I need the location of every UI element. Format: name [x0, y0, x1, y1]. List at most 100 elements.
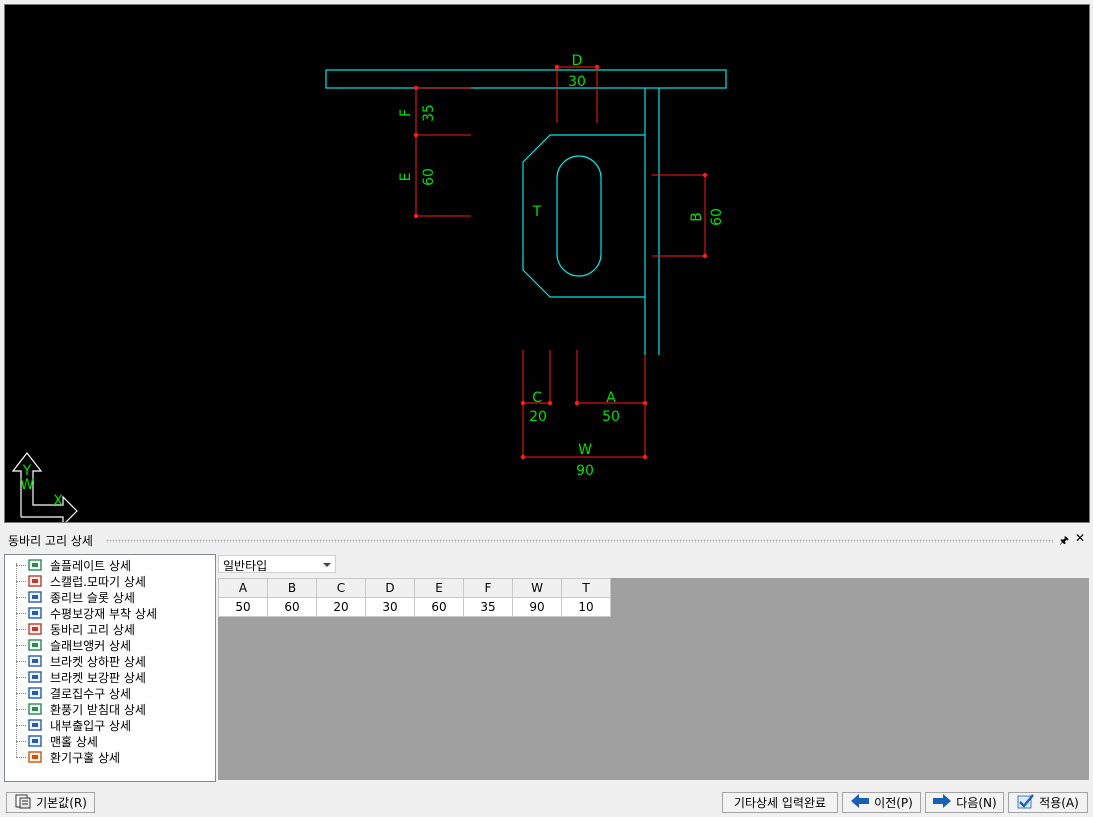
- dim-d-value: 30: [568, 74, 586, 90]
- tree-item-label: 종리브 슬롯 상세: [50, 590, 135, 605]
- dim-c-label: C: [532, 390, 542, 406]
- bracket-stiffener-icon: [28, 670, 42, 684]
- tree-item[interactable]: 종리브 슬롯 상세: [16, 589, 137, 605]
- dim-c-value: 20: [529, 409, 547, 425]
- dim-a-label: A: [606, 390, 616, 406]
- ucs-x-label: X: [53, 493, 63, 509]
- tree-item[interactable]: 내부출입구 상세: [16, 717, 133, 733]
- detail-drawing: D 30 F 35 E 60 T B 60 C 20 A 50 W 90 Y W…: [11, 53, 727, 522]
- tree-connector: [16, 692, 26, 694]
- parameter-grid[interactable]: ABCDEFWT 50 60 20 30 60 35 90 10: [218, 578, 611, 617]
- dim-w-label: W: [578, 442, 592, 458]
- grid-value-cell[interactable]: 60: [414, 597, 464, 617]
- dim-a-value: 50: [602, 409, 620, 425]
- grid-header-cell: W: [512, 578, 562, 598]
- detail-tree[interactable]: 솔플레이트 상세 스캘럽.모따기 상세 종리브 슬롯 상세 수평보강재 부착 상세 동바…: [4, 554, 216, 782]
- hook-plate: [522, 134, 645, 298]
- grid-value-cell[interactable]: 50: [218, 597, 268, 617]
- arrow-right-icon: [932, 794, 952, 811]
- arrow-left-icon: [850, 794, 870, 811]
- drawing-viewport[interactable]: D 30 F 35 E 60 T B 60 C 20 A 50 W 90 Y W…: [4, 4, 1090, 523]
- tree-item[interactable]: 맨홀 상세: [16, 733, 100, 749]
- dim-b-value: 60: [709, 208, 725, 226]
- chevron-down-icon[interactable]: [323, 563, 331, 567]
- dim-f-value: 35: [421, 104, 437, 122]
- grid-value-cell[interactable]: 10: [561, 597, 611, 617]
- inner-entrance-icon: [28, 718, 42, 732]
- vent-hole-icon: [28, 750, 42, 764]
- prev-button-label: 이전(P): [874, 796, 913, 810]
- default-button[interactable]: 기본값(R): [6, 792, 95, 813]
- tree-connector: [16, 676, 26, 678]
- grid-value-row[interactable]: 50 60 20 30 60 35 90 10: [218, 597, 611, 617]
- tree-connector: [16, 580, 26, 582]
- tree-connector: [16, 612, 26, 614]
- prev-button[interactable]: 이전(P): [842, 792, 921, 813]
- pin-icon[interactable]: 🖈: [1059, 532, 1069, 551]
- support-hook-icon: [28, 622, 42, 636]
- tree-connector: [16, 708, 26, 710]
- tree-item[interactable]: 수평보강재 부착 상세: [16, 605, 159, 621]
- outline-geometry: [325, 69, 727, 355]
- tree-item-label: 환풍기 받침대 상세: [50, 702, 146, 717]
- grid-value-cell[interactable]: 90: [512, 597, 562, 617]
- tree-connector: [16, 740, 26, 742]
- ucs-icon: Y W X: [11, 452, 78, 522]
- tree-item[interactable]: 브라켓 보강판 상세: [16, 669, 148, 685]
- close-icon[interactable]: ✕: [1075, 531, 1085, 545]
- apply-button[interactable]: 적용(A): [1008, 792, 1088, 813]
- condensation-drain-icon: [28, 686, 42, 700]
- tree-connector: [16, 660, 26, 662]
- dimension-points: [413, 64, 708, 460]
- parameter-grid-area: ABCDEFWT 50 60 20 30 60 35 90 10: [218, 578, 1089, 780]
- grid-value-cell[interactable]: 60: [267, 597, 317, 617]
- dim-w-value: 90: [576, 463, 594, 479]
- grid-header-cell: C: [316, 578, 366, 598]
- scallop-icon: [28, 574, 42, 588]
- tree-item-label: 스캘럽.모따기 상세: [50, 574, 146, 589]
- type-select-value: 일반타입: [223, 559, 268, 573]
- hook-slot: [556, 155, 602, 277]
- input-complete-button[interactable]: 기타상세 입력완료: [722, 792, 838, 813]
- tree-connector: [16, 724, 26, 726]
- tree-connector: [16, 596, 26, 598]
- dim-b-label: B: [689, 212, 705, 222]
- grid-header-cell: F: [463, 578, 513, 598]
- dimension-lines: [415, 66, 706, 458]
- tree-item[interactable]: 결로집수구 상세: [16, 685, 133, 701]
- ucs-w-label: W: [20, 477, 34, 493]
- input-complete-label: 기타상세 입력완료: [733, 796, 827, 810]
- grid-value-cell[interactable]: 30: [365, 597, 415, 617]
- dim-f-label: F: [398, 109, 414, 117]
- check-icon: [1017, 793, 1035, 812]
- type-select[interactable]: 일반타입: [218, 555, 336, 573]
- grid-value-cell[interactable]: 35: [463, 597, 513, 617]
- grid-header-cell: A: [218, 578, 268, 598]
- stiffener-icon: [28, 606, 42, 620]
- grid-header-cell: D: [365, 578, 415, 598]
- next-button[interactable]: 다음(N): [925, 792, 1004, 813]
- tree-item[interactable]: 브라켓 상하판 상세: [16, 653, 148, 669]
- fan-support-icon: [28, 702, 42, 716]
- apply-button-label: 적용(A): [1039, 796, 1079, 810]
- tree-item-label: 맨홀 상세: [50, 734, 98, 749]
- tree-item[interactable]: 동바리 고리 상세: [16, 621, 137, 637]
- tree-item[interactable]: 환기구홀 상세: [16, 749, 122, 765]
- tree-item[interactable]: 스캘럽.모따기 상세: [16, 573, 148, 589]
- dim-e-label: E: [398, 173, 414, 182]
- grid-header-cell: T: [561, 578, 611, 598]
- grid-header-cell: E: [414, 578, 464, 598]
- tree-item-label: 환기구홀 상세: [50, 750, 121, 765]
- default-button-label: 기본값(R): [36, 796, 87, 810]
- grid-header-cell: B: [267, 578, 317, 598]
- panel-title-bar: 동바리 고리 상세 🖈 ✕: [0, 530, 1093, 550]
- thickness-t-label: T: [532, 204, 542, 220]
- grid-value-cell[interactable]: 20: [316, 597, 366, 617]
- tree-item[interactable]: 환풍기 받침대 상세: [16, 701, 148, 717]
- title-grip: [106, 539, 1053, 543]
- next-button-label: 다음(N): [956, 796, 997, 810]
- tree-item[interactable]: 솔플레이트 상세: [16, 557, 133, 573]
- tree-connector: [16, 564, 26, 566]
- tree-item-label: 결로집수구 상세: [50, 686, 132, 701]
- tree-item[interactable]: 슬래브앵커 상세: [16, 637, 133, 653]
